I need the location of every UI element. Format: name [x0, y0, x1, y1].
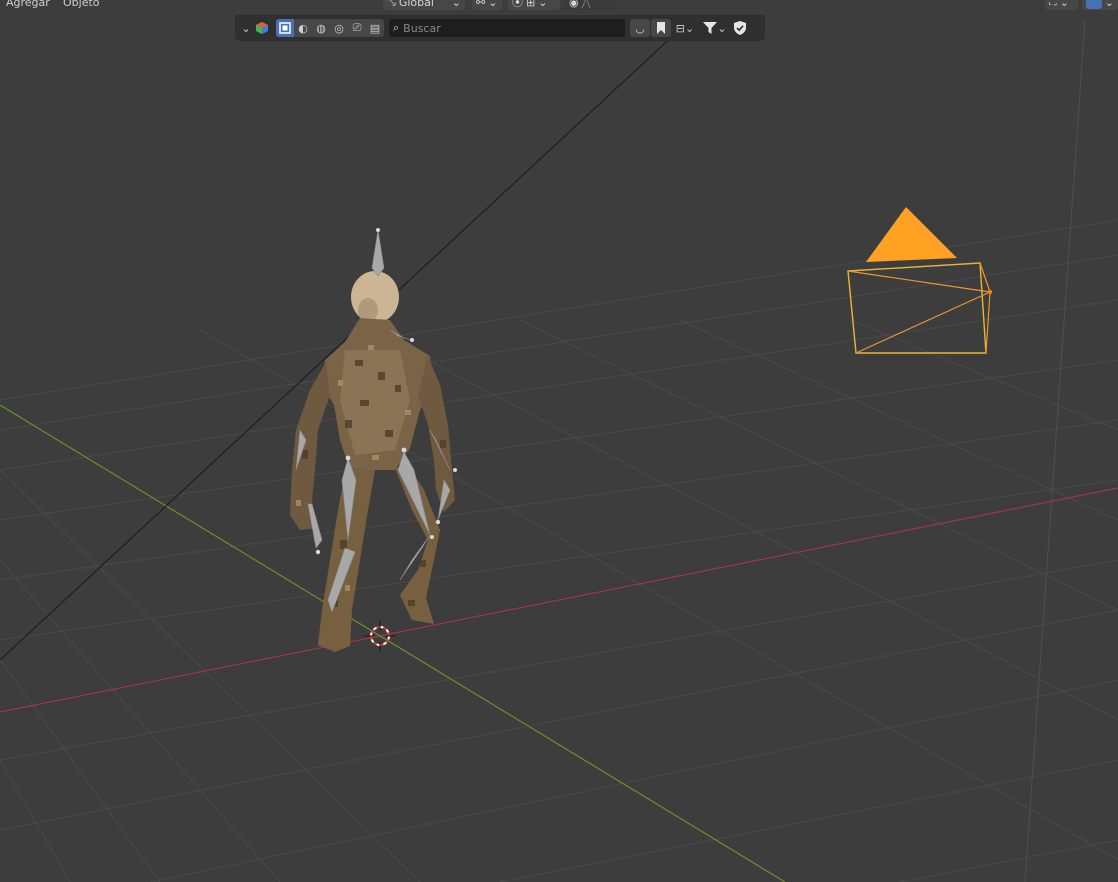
view-layer-toolbar: ⌄ ◐ ◍ ◎ ⎚ ▤ ⌕ ◡ ⊟⌄ ⌄ — [235, 15, 765, 41]
proportional-editing-toggle[interactable]: ◉ ⋀ — [565, 0, 615, 10]
orientation-label: Global — [398, 0, 434, 9]
search-icon: ⌕ — [393, 21, 400, 34]
chevron-down-icon: ⌄ — [451, 0, 461, 9]
menu-add[interactable]: Agregar — [6, 0, 50, 10]
viewport-header: Agregar Objeto ⤡ Global ⌄ ⚯ ⌄ ⦿ ⊞ ⌄ ◉ ⋀ … — [0, 0, 1118, 10]
search-input[interactable] — [403, 21, 604, 35]
collapse-icon[interactable]: ◡ — [630, 19, 650, 37]
material-icon[interactable]: ◍ — [312, 19, 330, 37]
search-field[interactable]: ⌕ — [389, 19, 625, 37]
3d-viewport[interactable] — [0, 0, 1118, 882]
snap-dropdown[interactable]: ⦿ ⊞ ⌄ — [508, 0, 560, 10]
chevron-down-icon: ⌄ — [1104, 0, 1114, 9]
falloff-icon: ⋀ — [581, 0, 591, 9]
transform-orientation-dropdown[interactable]: ⤡ Global ⌄ — [383, 0, 465, 10]
pivot-point-dropdown[interactable]: ⚯ ⌄ — [472, 0, 502, 10]
chevron-down-icon: ⌄ — [538, 0, 548, 9]
overlay-toggle-icon — [1086, 0, 1102, 9]
overlay-dropdown[interactable]: ⌄ — [1082, 0, 1118, 10]
menu-object[interactable]: Objeto — [63, 0, 100, 10]
transform-orientation-icon: ⤡ — [387, 0, 396, 8]
gizmo-dropdown[interactable]: ⛶ ⌄ — [1045, 0, 1078, 10]
proportional-editing-icon: ◉ — [569, 0, 579, 9]
scene-color-icon[interactable] — [253, 19, 271, 37]
view-icon[interactable]: ◐ — [294, 19, 312, 37]
world-icon[interactable]: ◎ — [330, 19, 348, 37]
render-icon[interactable]: ⎚ — [348, 19, 366, 37]
chevron-down-icon[interactable]: ⌄ — [239, 19, 253, 37]
snap-increment-icon: ⊞ — [526, 0, 536, 9]
bookmark-icon[interactable] — [651, 19, 671, 37]
shield-icon[interactable] — [731, 19, 749, 37]
chevron-down-icon: ⌄ — [717, 21, 727, 35]
pivot-point-icon: ⚯ — [476, 0, 486, 9]
gizmo-icon: ⛶ — [1049, 0, 1057, 8]
filter-icon[interactable]: ⌄ — [699, 19, 731, 37]
hierarchy-icon[interactable]: ⊟⌄ — [671, 19, 699, 37]
chevron-down-icon: ⌄ — [488, 0, 498, 9]
chevron-down-icon: ⌄ — [1059, 0, 1069, 9]
output-icon[interactable]: ▤ — [366, 19, 384, 37]
object-mode-icon[interactable] — [276, 19, 294, 37]
snap-icon: ⦿ — [512, 0, 523, 9]
